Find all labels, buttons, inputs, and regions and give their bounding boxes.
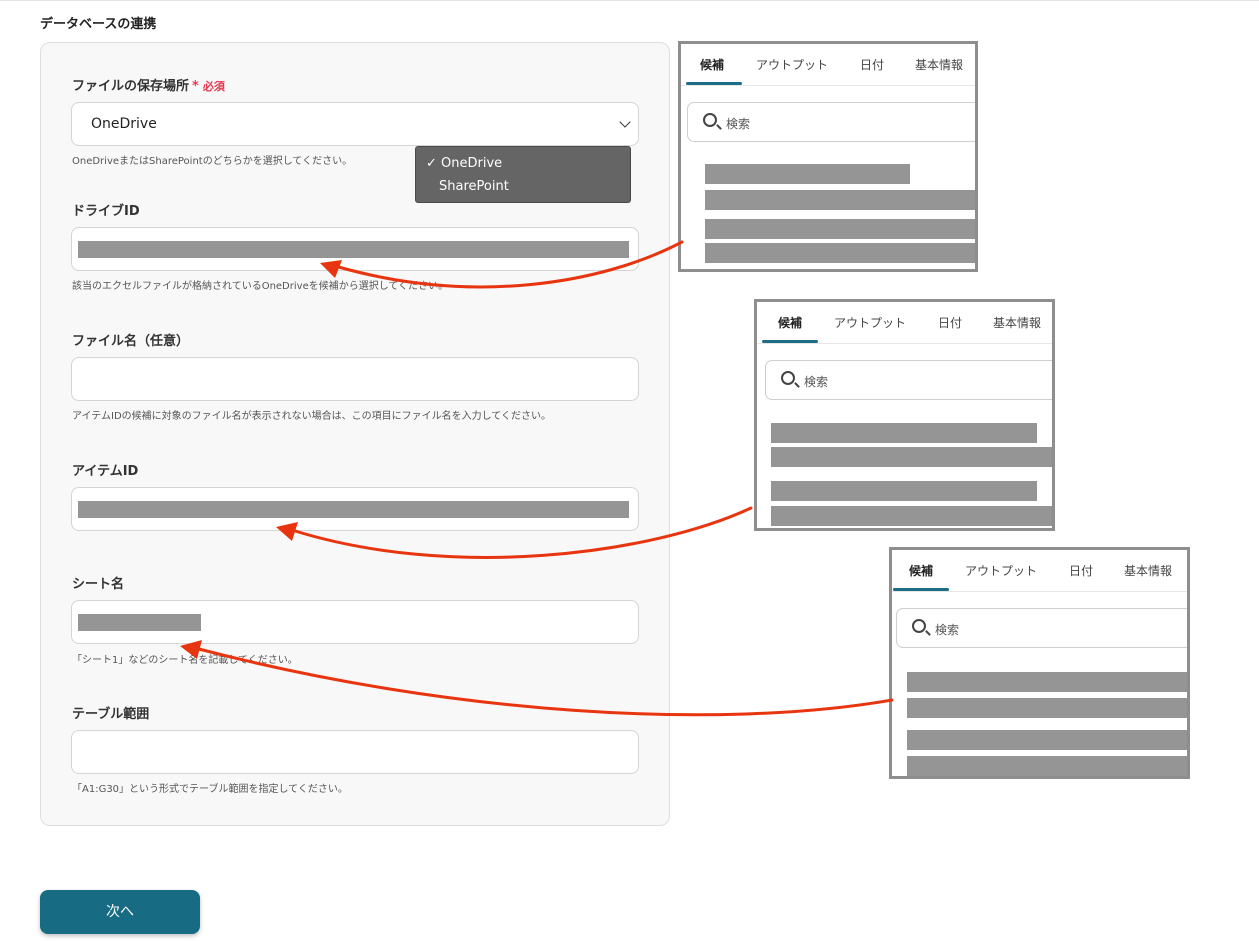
- redacted-value: [78, 501, 629, 518]
- panel-tabs: 候補 アウトプット 日付 基本情報: [757, 302, 1052, 344]
- section-title: データベースの連携: [40, 17, 157, 32]
- tab-date[interactable]: 日付: [938, 314, 962, 331]
- required-mark: *: [192, 79, 199, 94]
- search-placeholder: 検索: [804, 375, 829, 389]
- dropdown-option-sharepoint[interactable]: SharePoint: [439, 179, 509, 194]
- storage-help: OneDriveまたはSharePointのどちらかを選択してください。: [72, 156, 353, 167]
- storage-label-text: ファイルの保存場所: [72, 79, 190, 94]
- candidate-panel-sheet-name: 候補 アウトプット 日付 基本情報 検索: [889, 547, 1190, 779]
- search-icon: [703, 113, 717, 127]
- search-icon: [912, 619, 926, 633]
- candidate-panel-drive-id: 候補 アウトプット 日付 基本情報 検索: [678, 41, 978, 272]
- option-label: OneDrive: [441, 156, 503, 171]
- storage-select[interactable]: OneDrive: [71, 102, 639, 146]
- drive-id-help: 該当のエクセルファイルが格納されているOneDriveを候補から選択してください…: [72, 281, 449, 292]
- search-icon: [781, 371, 795, 385]
- drive-id-input[interactable]: [71, 227, 639, 271]
- candidate-item[interactable]: [771, 506, 1052, 526]
- candidate-item[interactable]: [907, 730, 1187, 750]
- search-placeholder: 検索: [935, 623, 960, 637]
- drive-id-label: ドライブID: [72, 204, 140, 219]
- panel-tabs: 候補 アウトプット 日付 基本情報: [892, 550, 1187, 592]
- sheet-name-help: 「シート1」などのシート名を記載してください。: [72, 655, 298, 666]
- candidate-item[interactable]: [771, 481, 1037, 501]
- tab-candidates[interactable]: 候補: [778, 314, 802, 331]
- candidate-item[interactable]: [705, 164, 910, 184]
- option-label: SharePoint: [439, 179, 509, 194]
- chevron-down-icon: [619, 116, 631, 128]
- tab-basic-info[interactable]: 基本情報: [993, 314, 1041, 331]
- sheet-name-input[interactable]: [71, 600, 639, 644]
- item-id-label: アイテムID: [72, 464, 139, 479]
- tab-output[interactable]: アウトプット: [756, 56, 828, 73]
- candidate-item[interactable]: [705, 219, 975, 239]
- storage-select-value: OneDrive: [91, 116, 157, 132]
- candidate-item[interactable]: [771, 447, 1052, 467]
- required-text: 必須: [202, 80, 225, 93]
- redacted-value: [78, 241, 629, 258]
- search-placeholder: 検索: [726, 117, 751, 131]
- tab-candidates[interactable]: 候補: [700, 56, 724, 73]
- table-range-label: テーブル範囲: [72, 707, 150, 722]
- panel-search-input[interactable]: 検索: [896, 608, 1187, 648]
- tab-candidates[interactable]: 候補: [909, 562, 933, 579]
- storage-label: ファイルの保存場所 * 必須: [72, 75, 225, 94]
- tab-output[interactable]: アウトプット: [965, 562, 1037, 579]
- file-name-help: アイテムIDの候補に対象のファイル名が表示されない場合は、この項目にファイル名を…: [72, 411, 552, 422]
- candidate-item[interactable]: [907, 698, 1187, 718]
- tab-date[interactable]: 日付: [860, 56, 884, 73]
- panel-search-input[interactable]: 検索: [687, 102, 975, 142]
- candidate-item[interactable]: [907, 672, 1187, 692]
- panel-search-input[interactable]: 検索: [765, 360, 1052, 400]
- candidate-item[interactable]: [705, 243, 975, 263]
- dropdown-option-onedrive[interactable]: ✓ OneDrive: [426, 156, 502, 171]
- candidate-item[interactable]: [907, 756, 1187, 776]
- storage-dropdown-menu: ✓ OneDrive SharePoint: [415, 146, 631, 203]
- item-id-input[interactable]: [71, 487, 639, 531]
- tab-date[interactable]: 日付: [1069, 562, 1093, 579]
- redacted-value: [78, 614, 201, 631]
- file-name-label: ファイル名（任意）: [72, 334, 190, 349]
- tab-basic-info[interactable]: 基本情報: [1124, 562, 1172, 579]
- candidate-item[interactable]: [705, 190, 975, 210]
- candidate-item[interactable]: [771, 423, 1037, 443]
- table-range-help: 「A1:G30」という形式でテーブル範囲を指定してください。: [72, 784, 348, 795]
- next-button[interactable]: 次へ: [40, 890, 200, 934]
- check-icon: ✓: [426, 156, 437, 171]
- tab-basic-info[interactable]: 基本情報: [915, 56, 963, 73]
- tab-output[interactable]: アウトプット: [834, 314, 906, 331]
- active-tab-indicator: [893, 588, 949, 591]
- candidate-panel-item-id: 候補 アウトプット 日付 基本情報 検索: [754, 299, 1055, 531]
- active-tab-indicator: [686, 82, 742, 85]
- table-range-input[interactable]: [71, 730, 639, 774]
- top-divider: [0, 0, 1259, 2]
- panel-tabs: 候補 アウトプット 日付 基本情報: [681, 44, 975, 86]
- active-tab-indicator: [762, 340, 818, 343]
- file-name-input[interactable]: [71, 357, 639, 401]
- sheet-name-label: シート名: [72, 577, 125, 592]
